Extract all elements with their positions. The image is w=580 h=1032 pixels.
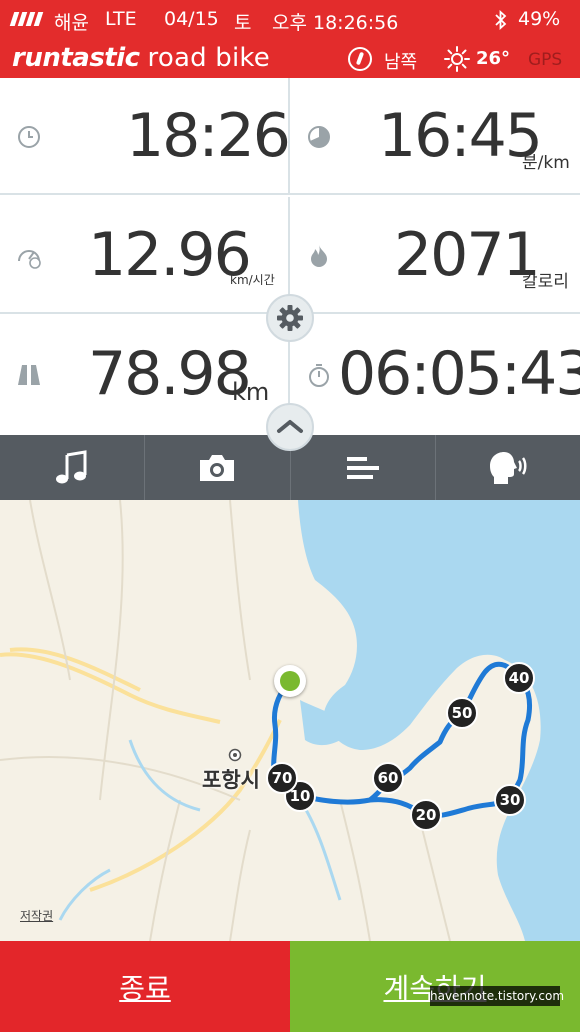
km-marker-70: 70: [266, 762, 298, 794]
flame-icon: [311, 245, 327, 267]
stats-panel: 18:26 16:45 분/km 12.96 km/시간 2071 칼로리 78: [0, 78, 580, 435]
chevron-up-icon: [277, 420, 303, 433]
duration-value: 06:05:43: [338, 339, 580, 409]
music-icon: [56, 449, 87, 483]
battery-level: 49%: [518, 8, 561, 30]
voice-coach-button[interactable]: [436, 435, 580, 500]
signal-strength-icon: [9, 12, 44, 26]
city-marker-icon: [228, 748, 242, 762]
music-button[interactable]: [0, 435, 146, 500]
pace-icon: [308, 126, 330, 148]
map-credit[interactable]: 저작권: [20, 907, 53, 924]
voice-coach-icon: [489, 451, 527, 484]
camera-button[interactable]: [145, 435, 291, 500]
watermark: havennote.tistory.com: [430, 986, 564, 1006]
speedometer-icon: [18, 250, 41, 269]
heading-direction: 남쪽: [384, 52, 418, 73]
current-location-icon: [274, 665, 306, 697]
brand-primary: runtastic: [12, 43, 140, 73]
gps-status: GPS: [528, 50, 563, 70]
km-marker-20: 20: [410, 799, 442, 831]
splits-button[interactable]: [291, 435, 436, 500]
route-map[interactable]: 포항시 10 20 30 40 50 60 70 저작권: [0, 500, 580, 941]
distance-unit: km: [232, 378, 270, 406]
calories-value: 2071: [394, 220, 541, 290]
stat-calories[interactable]: 2071 칼로리: [288, 197, 580, 314]
status-date: 04/15: [164, 8, 219, 30]
camera-icon: [200, 454, 235, 481]
app-logo: runtastic road bike: [12, 43, 270, 73]
brand-secondary: road bike: [147, 43, 270, 73]
stat-speed[interactable]: 12.96 km/시간: [0, 197, 288, 314]
city-label: 포항시: [202, 768, 260, 792]
km-marker-30: 30: [494, 784, 526, 816]
status-time: 오후 18:26:56: [272, 12, 399, 34]
stat-distance[interactable]: 78.98 km: [0, 316, 288, 435]
pace-value: 16:45: [378, 101, 543, 171]
app-header: runtastic road bike 남쪽 26° GPS: [0, 40, 580, 78]
status-weekday: 토: [234, 12, 252, 34]
network-type: LTE: [105, 8, 137, 30]
stat-time-of-day[interactable]: 18:26: [0, 78, 291, 195]
calories-unit: 칼로리: [522, 272, 569, 292]
settings-button[interactable]: [266, 294, 314, 342]
sun-icon: [444, 46, 470, 72]
distance-value: 78.98: [88, 339, 252, 409]
stat-duration[interactable]: 06:05:43: [288, 316, 580, 435]
map-canvas: [0, 500, 580, 941]
temperature: 26°: [476, 48, 511, 69]
km-marker-60: 60: [372, 762, 404, 794]
status-bar: 해윤 LTE 04/15 토 오후 18:26:56 49%: [0, 0, 580, 40]
clock-icon: [18, 126, 40, 148]
gear-icon: [277, 305, 303, 331]
compass-icon: [348, 47, 372, 71]
carrier-name: 해윤: [54, 12, 89, 34]
speed-unit: km/시간: [230, 273, 275, 287]
time-of-day-value: 18:26: [126, 101, 291, 171]
pace-unit: 분/km: [522, 153, 570, 173]
speed-value: 12.96: [88, 220, 252, 290]
stopwatch-icon: [309, 364, 329, 387]
road-icon: [18, 365, 40, 385]
collapse-button[interactable]: [266, 403, 314, 451]
split-table-icon: [346, 456, 379, 479]
bluetooth-icon: [495, 10, 507, 30]
km-marker-50: 50: [446, 697, 478, 729]
km-marker-40: 40: [503, 662, 535, 694]
stat-pace[interactable]: 16:45 분/km: [288, 78, 580, 195]
stop-button[interactable]: 종료: [0, 941, 290, 1032]
